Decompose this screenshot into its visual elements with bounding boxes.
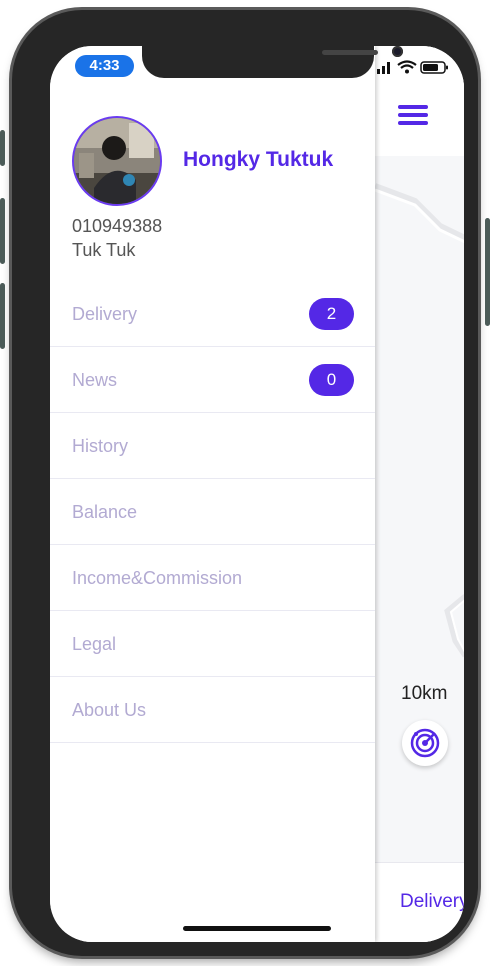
user-name: Hongky Tuktuk xyxy=(183,148,334,171)
menu-item-balance[interactable]: Balance xyxy=(50,479,375,545)
volume-down-button xyxy=(0,283,5,349)
user-phone: 010949388 xyxy=(72,216,163,236)
status-time: 4:33 xyxy=(75,55,134,77)
battery-icon xyxy=(420,61,448,74)
menu-item-legal[interactable]: Legal xyxy=(50,611,375,677)
menu-item-label: Delivery xyxy=(72,304,138,324)
menu-item-label: History xyxy=(72,436,129,456)
side-drawer: Hongky Tuktuk 010949388 Tuk Tuk Delivery… xyxy=(50,46,375,942)
menu-item-label: About Us xyxy=(72,700,147,720)
speaker-grille xyxy=(322,50,378,55)
menu-item-label: Balance xyxy=(72,502,138,522)
volume-up-button xyxy=(0,198,5,264)
front-camera xyxy=(392,46,403,57)
signal-icon xyxy=(377,62,390,74)
search-radius-label: 10km xyxy=(401,683,448,704)
mute-switch xyxy=(0,130,5,166)
radar-icon[interactable] xyxy=(402,720,448,766)
map-roads xyxy=(375,183,464,658)
screen: 10km Delivery Hongky Tuktuk 010949388 Tu… xyxy=(50,46,464,942)
hamburger-menu-icon[interactable] xyxy=(398,105,428,125)
home-indicator xyxy=(183,926,331,931)
menu-item-label: Legal xyxy=(72,634,117,654)
bottom-tab-delivery[interactable]: Delivery xyxy=(400,891,464,913)
user-vehicle: Tuk Tuk xyxy=(72,240,136,260)
menu-item-history[interactable]: History xyxy=(50,413,375,479)
drawer-menu: Delivery 2 News 0 History Balance Income… xyxy=(50,281,375,743)
menu-item-income-commission[interactable]: Income&Commission xyxy=(50,545,375,611)
device-notch xyxy=(142,46,403,78)
phone-frame: 10km Delivery Hongky Tuktuk 010949388 Tu… xyxy=(12,10,478,956)
menu-item-label: Income&Commission xyxy=(72,568,243,588)
menu-item-delivery[interactable]: Delivery 2 xyxy=(50,281,375,347)
menu-item-about-us[interactable]: About Us xyxy=(50,677,375,743)
news-count-badge: 0 xyxy=(309,364,354,396)
avatar xyxy=(72,116,162,206)
power-button xyxy=(485,218,490,326)
delivery-count-badge: 2 xyxy=(309,298,354,330)
menu-item-news[interactable]: News 0 xyxy=(50,347,375,413)
wifi-icon xyxy=(397,60,417,74)
menu-item-label: News xyxy=(72,370,118,390)
status-icons xyxy=(375,59,455,75)
